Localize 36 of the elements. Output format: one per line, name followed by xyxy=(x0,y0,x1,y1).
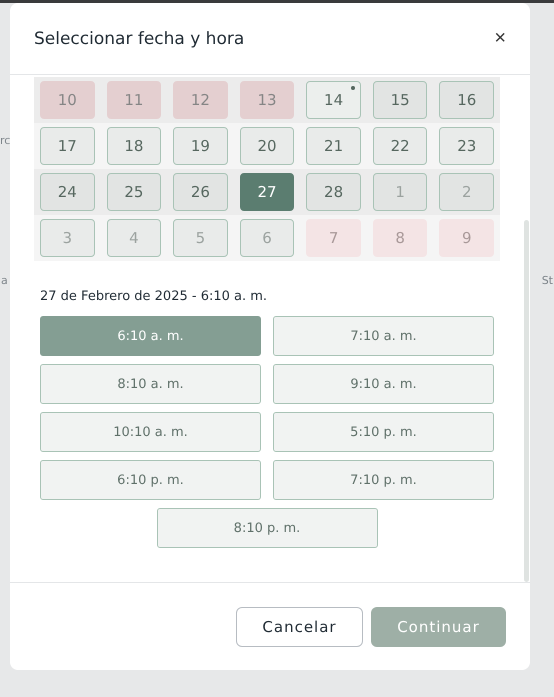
background-text: a xyxy=(1,274,8,287)
background-text: St xyxy=(542,274,553,287)
time-slot-button[interactable]: 10:10 a. m. xyxy=(40,412,261,452)
time-slot-button[interactable]: 9:10 a. m. xyxy=(273,364,494,404)
time-slot-button[interactable]: 6:10 a. m. xyxy=(40,316,261,356)
scrollbar-thumb[interactable] xyxy=(524,220,529,582)
day-button[interactable]: 19 xyxy=(173,127,228,165)
day-button[interactable]: 11 xyxy=(106,81,162,119)
day-button[interactable]: 21 xyxy=(306,127,361,165)
day-button[interactable]: 16 xyxy=(439,81,494,119)
background-text: rc xyxy=(0,134,10,147)
day-button[interactable]: 23 xyxy=(439,127,494,165)
day-button[interactable]: 14 xyxy=(306,81,361,119)
time-slot-button[interactable]: 7:10 a. m. xyxy=(273,316,494,356)
day-button[interactable]: 24 xyxy=(40,173,95,211)
day-button[interactable]: 28 xyxy=(306,173,361,211)
day-button[interactable]: 25 xyxy=(106,173,162,211)
day-button[interactable]: 10 xyxy=(40,81,95,119)
day-button[interactable]: 15 xyxy=(372,81,428,119)
day-button[interactable]: 18 xyxy=(106,127,162,165)
time-slot-button[interactable]: 5:10 p. m. xyxy=(273,412,494,452)
day-button[interactable]: 22 xyxy=(372,127,428,165)
dialog-title: Seleccionar fecha y hora xyxy=(34,28,244,48)
day-button[interactable]: 27 xyxy=(240,173,294,211)
day-button[interactable]: 20 xyxy=(240,127,294,165)
day-button[interactable]: 12 xyxy=(173,81,228,119)
time-slot-button[interactable]: 6:10 p. m. xyxy=(40,460,261,500)
time-slot-button[interactable]: 8:10 p. m. xyxy=(156,508,378,548)
day-button[interactable]: 13 xyxy=(240,81,294,119)
close-button[interactable]: × xyxy=(490,27,510,50)
time-slot-button[interactable]: 8:10 a. m. xyxy=(40,364,261,404)
selected-datetime-text: 27 de Febrero de 2025 - 6:10 a. m. xyxy=(40,289,268,304)
day-button[interactable]: 17 xyxy=(40,127,95,165)
time-slot-button[interactable]: 7:10 p. m. xyxy=(273,460,494,500)
day-button[interactable]: 26 xyxy=(173,173,228,211)
cancel-button[interactable]: Cancelar xyxy=(236,606,363,646)
